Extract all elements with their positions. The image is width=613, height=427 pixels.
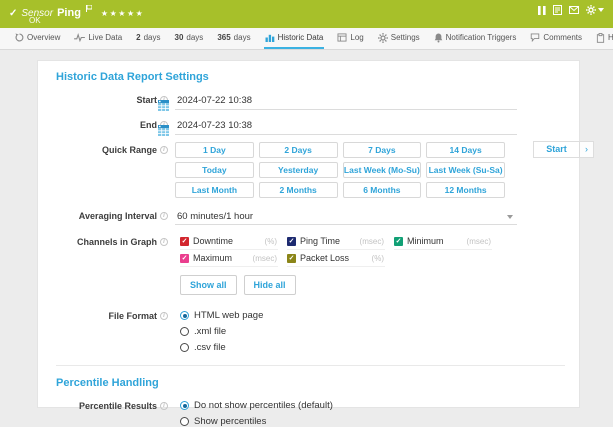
- start-label: Start: [136, 95, 157, 105]
- radio-unselected-icon: [180, 327, 189, 336]
- priority-stars[interactable]: ★★★★★: [101, 9, 144, 18]
- info-icon[interactable]: i: [160, 146, 168, 154]
- averaging-interval-row: Averaging Interval i 60 minutes/1 hour: [56, 208, 579, 225]
- end-row: End i 2024-07-23 10:38: [56, 117, 579, 135]
- quick-range-14-days-button[interactable]: 14 Days: [426, 142, 505, 158]
- historic-data-icon: [265, 33, 275, 42]
- channel-downtime: Downtime (%): [180, 234, 278, 250]
- show-all-button[interactable]: Show all: [180, 275, 237, 295]
- file-format-row: File Format i HTML web page .xml file .c…: [56, 308, 579, 353]
- channel-checkbox-grid: Downtime (%) Ping Time (msec) Minimum (m…: [175, 234, 517, 267]
- quick-range-7-days-button[interactable]: 7 Days: [343, 142, 422, 158]
- tab-bar: Overview Live Data 2 days 30 days 365 da…: [0, 28, 613, 50]
- quick-range-12-months-button[interactable]: 12 Months: [426, 182, 505, 198]
- quick-range-buttons: 1 Day 2 Days 7 Days 14 Days Today Yester…: [175, 142, 505, 198]
- tab-2-days[interactable]: 2 days: [135, 28, 161, 49]
- tab-notification-triggers[interactable]: Notification Triggers: [433, 28, 518, 49]
- radio-show-percentiles[interactable]: Show percentiles: [180, 416, 517, 427]
- radio-unselected-icon: [180, 343, 189, 352]
- tab-comments[interactable]: Comments: [529, 28, 583, 49]
- end-label: End: [140, 120, 157, 130]
- checkbox-checked-icon[interactable]: [180, 254, 189, 263]
- quick-range-row: Quick Range i 1 Day 2 Days 7 Days 14 Day…: [56, 142, 579, 198]
- sensor-header: ✓ Sensor Ping ★★★★★ OK: [0, 0, 613, 28]
- channels-label: Channels in Graph: [77, 237, 157, 247]
- calendar-icon[interactable]: [158, 98, 169, 116]
- info-icon[interactable]: i: [160, 238, 168, 246]
- live-data-icon: [74, 33, 85, 42]
- radio-xml-file[interactable]: .xml file: [180, 326, 517, 337]
- bell-icon: [434, 33, 443, 43]
- quick-range-label: Quick Range: [102, 145, 157, 155]
- tab-settings[interactable]: Settings: [377, 28, 421, 49]
- quick-range-today-button[interactable]: Today: [175, 162, 254, 178]
- channel-ping-time: Ping Time (msec): [287, 234, 385, 250]
- checkbox-checked-icon[interactable]: [287, 254, 296, 263]
- tab-30-days[interactable]: 30 days: [174, 28, 205, 49]
- comments-icon: [530, 33, 540, 42]
- sensor-status: OK: [29, 16, 41, 25]
- pause-icon[interactable]: [538, 6, 546, 15]
- overview-icon: [15, 33, 24, 42]
- checkbox-checked-icon[interactable]: [180, 237, 189, 246]
- quick-range-yesterday-button[interactable]: Yesterday: [259, 162, 338, 178]
- tab-historic-data[interactable]: Historic Data: [264, 28, 325, 49]
- quick-range-6-months-button[interactable]: 6 Months: [343, 182, 422, 198]
- start-report-button[interactable]: Start: [533, 141, 580, 158]
- channels-row: Channels in Graph i Downtime (%) Ping Ti…: [56, 234, 579, 295]
- channel-minimum: Minimum (msec): [394, 234, 492, 250]
- radio-selected-icon: [180, 311, 189, 320]
- info-icon[interactable]: i: [160, 312, 168, 320]
- start-datetime-input[interactable]: 2024-07-22 10:38: [175, 92, 517, 110]
- log-icon: [337, 33, 347, 42]
- radio-unselected-icon: [180, 417, 189, 426]
- email-icon[interactable]: [569, 6, 579, 14]
- file-format-label: File Format: [108, 311, 157, 321]
- tab-live-data[interactable]: Live Data: [73, 28, 123, 49]
- quick-range-2-days-button[interactable]: 2 Days: [259, 142, 338, 158]
- priority-flag-icon: [86, 0, 92, 17]
- info-icon[interactable]: i: [160, 212, 168, 220]
- chevron-down-icon: [507, 215, 513, 219]
- tab-log[interactable]: Log: [336, 28, 364, 49]
- section-title-percentile: Percentile Handling: [56, 377, 579, 389]
- file-format-options: HTML web page .xml file .csv file: [175, 308, 517, 353]
- quick-range-1-day-button[interactable]: 1 Day: [175, 142, 254, 158]
- historic-data-settings-card: Historic Data Report Settings Start i 20…: [37, 60, 580, 408]
- end-datetime-input[interactable]: 2024-07-23 10:38: [175, 117, 517, 135]
- radio-csv-file[interactable]: .csv file: [180, 342, 517, 353]
- caret-down-icon: [598, 8, 604, 12]
- tab-overview[interactable]: Overview: [14, 28, 61, 49]
- channel-packet-loss: Packet Loss (%): [287, 251, 385, 267]
- percentile-results-label: Percentile Results: [79, 401, 157, 411]
- report-icon[interactable]: [553, 5, 562, 15]
- percentile-options: Do not show percentiles (default) Show p…: [175, 398, 517, 427]
- gear-icon: [378, 33, 388, 43]
- quick-range-last-month-button[interactable]: Last Month: [175, 182, 254, 198]
- quick-range-last-week-mo-su-button[interactable]: Last Week (Mo-Su): [343, 162, 422, 178]
- quick-range-last-week-su-sa-button[interactable]: Last Week (Su-Sa): [426, 162, 505, 178]
- settings-dropdown-icon[interactable]: [586, 5, 604, 15]
- sensor-name: Ping: [57, 7, 81, 19]
- chevron-right-icon[interactable]: ›: [580, 141, 594, 158]
- checkbox-checked-icon[interactable]: [287, 237, 296, 246]
- quick-range-2-months-button[interactable]: 2 Months: [259, 182, 338, 198]
- tab-history[interactable]: History: [595, 28, 613, 49]
- averaging-interval-select[interactable]: 60 minutes/1 hour: [175, 208, 517, 225]
- radio-html-web-page[interactable]: HTML web page: [180, 310, 517, 321]
- tab-365-days[interactable]: 365 days: [216, 28, 251, 49]
- averaging-interval-label: Averaging Interval: [79, 211, 157, 221]
- info-icon[interactable]: i: [160, 402, 168, 410]
- section-divider: [56, 365, 565, 366]
- start-row: Start i 2024-07-22 10:38: [56, 92, 579, 110]
- hide-all-button[interactable]: Hide all: [244, 275, 296, 295]
- checkbox-checked-icon[interactable]: [394, 237, 403, 246]
- percentile-results-row: Percentile Results i Do not show percent…: [56, 398, 579, 427]
- calendar-icon[interactable]: [158, 123, 169, 141]
- history-icon: [596, 33, 605, 43]
- section-title-historic: Historic Data Report Settings: [56, 71, 579, 83]
- channel-maximum: Maximum (msec): [180, 251, 278, 267]
- status-ok-check-icon: ✓: [9, 8, 17, 19]
- header-action-icons: [538, 5, 604, 15]
